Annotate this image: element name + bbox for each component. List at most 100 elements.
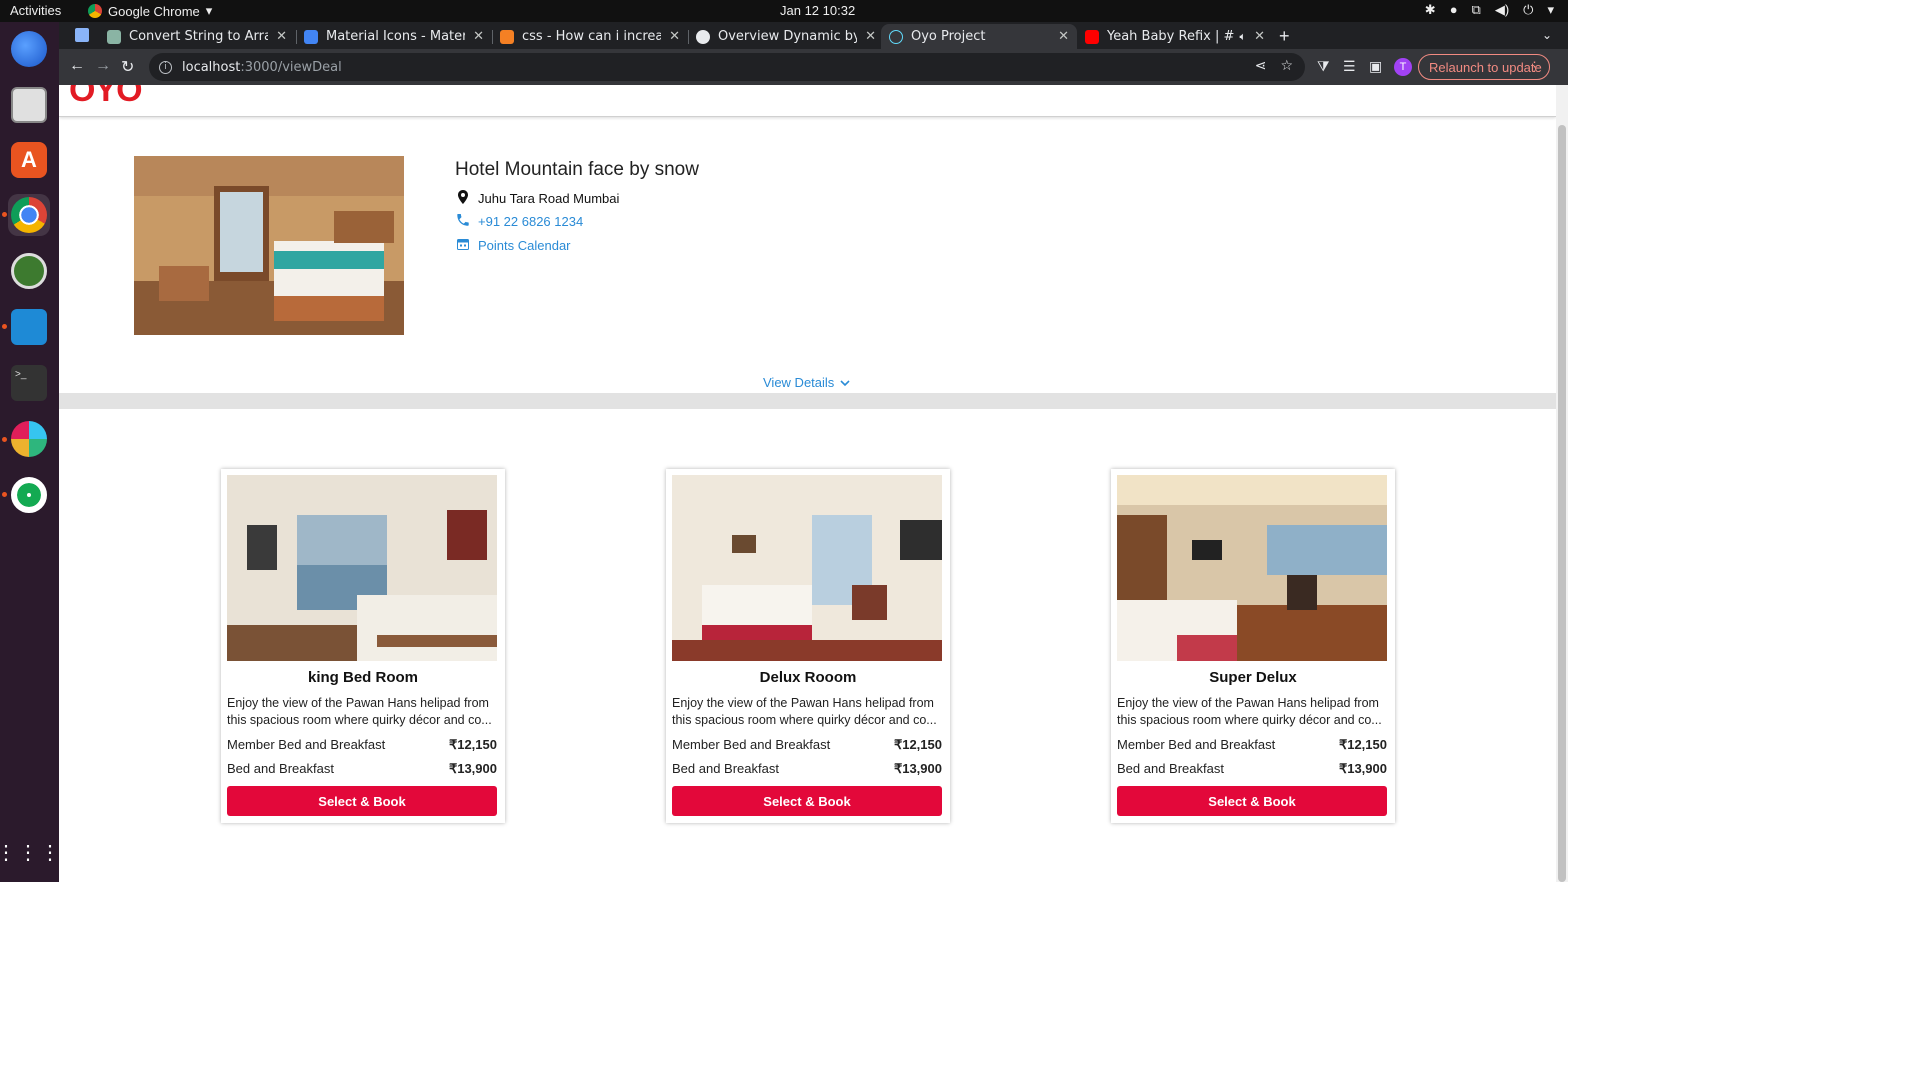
volume-icon[interactable]: ◀) [1495,2,1509,18]
room-name: Super Delux [1209,669,1297,686]
system-tray[interactable]: ✱ ● ⧉ ◀) ⏻ ▾ [1425,2,1554,18]
material-favicon-icon [304,29,318,44]
close-icon[interactable]: ✕ [276,29,287,44]
room-image [227,475,497,661]
tab-convert-string[interactable]: Convert String to Array ✕ [99,24,295,49]
files-launcher[interactable] [8,84,50,126]
page-scrollbar[interactable] [1556,85,1568,882]
youtube-favicon-icon [1085,29,1099,44]
mongodb-launcher[interactable] [8,474,50,516]
page-viewport: OYO Hotel Mountain face by snow Juhu Tar… [59,85,1556,882]
url-host: localhost [182,59,241,75]
tab-oyo-project[interactable]: Oyo Project ✕ [881,24,1077,49]
rate-label: Member Bed and Breakfast [227,737,386,752]
tab-youtube[interactable]: Yeah Baby Refix | #Ga 🔈︎ ✕ [1077,24,1273,49]
media-queue-icon[interactable]: ☰ [1343,58,1356,75]
points-calendar-text: Points Calendar [478,238,571,253]
app-menu[interactable]: Google Chrome ▾ [88,3,212,19]
calendar-icon [455,238,471,253]
phone-icon [455,214,471,229]
software-launcher[interactable]: A [8,139,50,181]
speaker-icon[interactable]: 🔈︎ [1239,30,1246,44]
relaunch-to-update-button[interactable]: Relaunch to update ⋮ [1418,54,1550,80]
tab-list-chevron-icon[interactable]: ⌄ [1542,28,1552,42]
select-and-book-button[interactable]: Select & Book [1117,786,1387,816]
new-tab-button[interactable]: + [1279,26,1290,47]
chrome-launcher[interactable] [8,194,50,236]
slack-tray-icon[interactable]: ✱ [1425,2,1436,18]
vscode-launcher[interactable] [8,306,50,348]
room-card: king Bed Room Enjoy the view of the Pawa… [221,469,505,823]
forward-arrow-icon[interactable]: → [95,57,111,75]
activities-button[interactable]: Activities [10,3,61,18]
room-description: Enjoy the view of the Pawan Hans helipad… [672,696,937,727]
rate-row: Member Bed and Breakfast ₹12,150 [1117,737,1387,753]
close-icon[interactable]: ✕ [473,29,484,44]
side-panel-icon[interactable]: ▣ [1369,58,1382,75]
select-and-book-button[interactable]: Select & Book [227,786,497,816]
oyo-logo[interactable]: OYO [69,85,143,110]
tab-title: css - How can i increase th [522,29,662,44]
profile-avatar[interactable]: T [1394,58,1412,76]
update-tray-icon[interactable]: ● [1450,2,1458,18]
share-icon[interactable]: ⋖ [1255,58,1267,74]
back-arrow-icon[interactable]: ← [69,57,85,75]
relaunch-label: Relaunch to update [1429,59,1542,75]
running-indicator [2,324,7,329]
hotel-phone-link[interactable]: +91 22 6826 1234 [455,214,583,229]
thunderbird-launcher[interactable] [8,28,50,70]
select-and-book-button[interactable]: Select & Book [672,786,942,816]
room-name: king Bed Room [307,669,418,686]
running-indicator [2,437,7,442]
chevron-down-icon[interactable]: ▾ [1547,2,1554,18]
clock-app-launcher[interactable] [8,250,50,292]
room-description: Enjoy the view of the Pawan Hans helipad… [1117,696,1382,727]
hotel-image [134,156,404,335]
points-calendar-link[interactable]: Points Calendar [455,238,571,253]
chrome-icon [11,197,47,233]
tab-title: Yeah Baby Refix | #Ga [1107,29,1235,44]
bookmark-star-icon[interactable]: ☆ [1280,58,1293,74]
tab-stackoverflow[interactable]: css - How can i increase th ✕ [492,24,688,49]
tab-github-overview[interactable]: Overview Dynamic by Tus ✕ [688,24,884,49]
rate-price: ₹13,900 [448,761,497,776]
rate-label: Bed and Breakfast [227,761,334,776]
grid-icon: ⋮⋮⋮ [0,841,62,864]
close-icon[interactable]: ✕ [669,29,680,44]
address-bar[interactable]: i localhost:3000/viewDeal ⋖ ☆ [149,53,1305,81]
rate-row: Bed and Breakfast ₹13,900 [1117,761,1387,777]
rate-price: ₹12,150 [893,737,942,752]
terminal-launcher[interactable]: >_ [8,362,50,404]
files-icon [11,87,47,123]
reload-icon[interactable]: ↻ [121,57,134,77]
site-info-icon[interactable]: i [159,60,172,74]
stackoverflow-favicon-icon [500,29,514,44]
extensions-puzzle-icon[interactable]: ⧩ [1317,58,1330,75]
view-details-toggle[interactable]: View Details [763,375,850,390]
tab-title: Oyo Project [911,29,986,44]
close-icon[interactable]: ✕ [1058,29,1069,44]
rate-row: Bed and Breakfast ₹13,900 [227,761,497,777]
hotel-address-text: Juhu Tara Road Mumbai [478,191,620,206]
tab-title: Material Icons - Material U [326,29,466,44]
close-icon[interactable]: ✕ [865,29,876,44]
rate-price: ₹13,900 [893,761,942,776]
room-card: Super Delux Enjoy the view of the Pawan … [1111,469,1395,823]
tab-search-icon[interactable] [75,28,89,42]
rate-label: Member Bed and Breakfast [672,737,831,752]
dock: A >_ ⋮⋮⋮ [0,22,60,882]
network-icon[interactable]: ⧉ [1472,2,1481,18]
show-apps-button[interactable]: ⋮⋮⋮ [0,832,60,874]
software-store-icon: A [11,142,47,178]
tab-material-icons[interactable]: Material Icons - Material U ✕ [296,24,492,49]
running-indicator [2,492,7,497]
power-icon[interactable]: ⏻ [1523,2,1533,18]
tab-strip: Convert String to Array ✕ Material Icons… [59,22,1568,49]
url-path: :3000/viewDeal [240,59,342,75]
scrollbar-thumb[interactable] [1558,125,1566,882]
close-icon[interactable]: ✕ [1254,29,1265,44]
slack-launcher[interactable] [8,418,50,460]
clock[interactable]: Jan 12 10:32 [780,3,855,18]
react-favicon-icon [889,29,903,44]
chevron-down-icon: ▾ [205,3,213,18]
